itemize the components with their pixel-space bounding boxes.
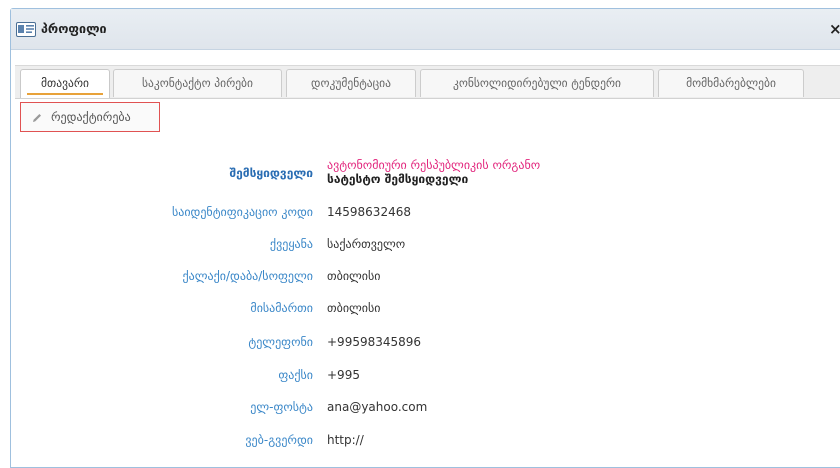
edit-button-label: რედაქტირება bbox=[51, 110, 131, 124]
buyer-label: შემსყიდველი bbox=[229, 166, 313, 180]
field-row-fax: ფაქსი +995 bbox=[0, 368, 840, 388]
country-value: საქართველო bbox=[327, 237, 406, 251]
tab-bar: მთავარი საკონტაქტო პირები დოკუმენტაცია კ… bbox=[15, 65, 840, 99]
id-code-label: საიდენტიფიკაციო კოდი bbox=[171, 205, 313, 219]
email-value[interactable]: ana@yahoo.com bbox=[327, 400, 427, 414]
fax-value: +995 bbox=[327, 368, 360, 382]
id-code-value: 14598632468 bbox=[327, 205, 411, 219]
tab-consolidated-tender[interactable]: კონსოლიდირებული ტენდერი bbox=[420, 69, 654, 97]
field-row-city: ქალაქი/დაბა/სოფელი თბილისი bbox=[0, 269, 840, 289]
profile-card-icon bbox=[16, 22, 36, 37]
field-row-buyer: შემსყიდველი ავტონომიური რესპუბლიკის ორგა… bbox=[0, 158, 840, 186]
phone-label: ტელეფონი bbox=[248, 335, 313, 349]
website-value[interactable]: http:// bbox=[327, 433, 364, 447]
fax-label: ფაქსი bbox=[278, 368, 313, 382]
tab-documentation[interactable]: დოკუმენტაცია bbox=[286, 69, 416, 97]
dialog-title: პროფილი bbox=[41, 21, 107, 36]
address-value: თბილისი bbox=[327, 301, 381, 315]
field-row-phone: ტელეფონი +99598345896 bbox=[0, 335, 840, 355]
city-value: თბილისი bbox=[327, 269, 381, 283]
website-label: ვებ-გვერდი bbox=[245, 433, 313, 447]
tab-contact-persons[interactable]: საკონტაქტო პირები bbox=[113, 69, 282, 97]
address-label: მისამართი bbox=[250, 301, 313, 315]
buyer-type-value: ავტონომიური რესპუბლიკის ორგანო bbox=[327, 158, 541, 172]
tab-users[interactable]: მომხმარებლები bbox=[658, 69, 804, 97]
field-row-address: მისამართი თბილისი bbox=[0, 301, 840, 321]
field-row-country: ქვეყანა საქართველო bbox=[0, 237, 840, 257]
buyer-name-value: სატესტო შემსყიდველი bbox=[327, 172, 469, 186]
pencil-icon bbox=[33, 114, 41, 122]
tab-main[interactable]: მთავარი bbox=[20, 69, 110, 98]
phone-value: +99598345896 bbox=[327, 335, 422, 349]
email-label: ელ-ფოსტა bbox=[250, 400, 313, 414]
dialog-titlebar[interactable]: პროფილი × bbox=[11, 9, 840, 50]
country-label: ქვეყანა bbox=[269, 237, 313, 251]
city-label: ქალაქი/დაბა/სოფელი bbox=[182, 269, 313, 283]
field-row-email: ელ-ფოსტა ana@yahoo.com bbox=[0, 400, 840, 420]
edit-button[interactable]: რედაქტირება bbox=[20, 102, 160, 132]
field-row-website: ვებ-გვერდი http:// bbox=[0, 433, 840, 453]
field-row-id-code: საიდენტიფიკაციო კოდი 14598632468 bbox=[0, 205, 840, 225]
close-icon[interactable]: × bbox=[829, 20, 840, 38]
